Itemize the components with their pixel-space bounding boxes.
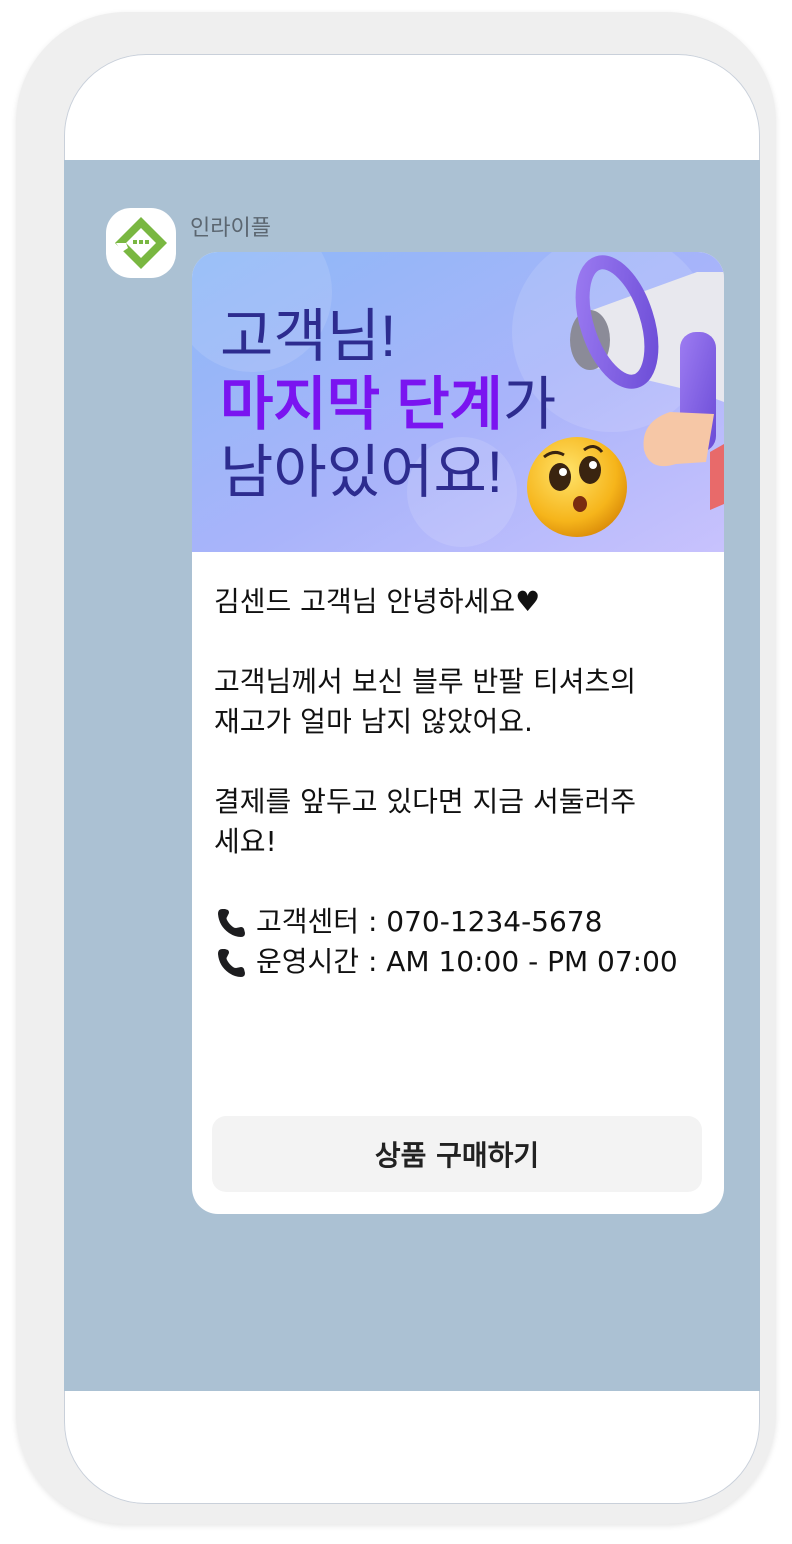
banner-line2: 마지막 단계가 (220, 372, 556, 437)
sender-avatar[interactable] (106, 208, 176, 278)
banner-highlight: 마지막 단계 (220, 372, 503, 437)
banner-line1: 고객님! (220, 304, 396, 369)
telephone-icon (218, 909, 245, 937)
telephone-icon (218, 949, 245, 977)
message-line-2: 재고가 얼마 남지 않았어요. (214, 705, 533, 738)
greeting-text: 김센드 고객님 안녕하세요♥ (214, 585, 541, 618)
banner-graphic: 고객님! 마지막 단계가 남아있어요! (192, 252, 724, 552)
message-bubble: 고객님! 마지막 단계가 남아있어요! 김센드 고객님 안녕하세요♥ 고객님께서… (192, 252, 724, 1214)
contact-line-2: 운영시간 : AM 10:00 - PM 07:00 (214, 942, 706, 982)
message-body: 김센드 고객님 안녕하세요♥ 고객님께서 보신 블루 반팔 티셔츠의 재고가 얼… (214, 582, 706, 982)
contact-line-1: 고객센터 : 070-1234-5678 (214, 902, 706, 942)
chat-area[interactable]: 인라이플 고객님! 마지막 단계가 남아있어요! 김센드 고객님 안녕하세요♥ … (64, 160, 760, 1391)
banner-line3: 남아있어요! (220, 440, 503, 505)
phone-frame: 인라이플 고객님! 마지막 단계가 남아있어요! 김센드 고객님 안녕하세요♥ … (16, 12, 776, 1524)
sender-name: 인라이플 (190, 216, 271, 241)
message-line-4: 세요! (214, 825, 277, 858)
worried-emoji-icon (527, 437, 627, 537)
operating-hours-text: 운영시간 : AM 10:00 - PM 07:00 (256, 945, 678, 978)
contact-center-text: 고객센터 : 070-1234-5678 (256, 905, 603, 938)
message-line-1: 고객님께서 보신 블루 반팔 티셔츠의 (214, 665, 637, 698)
message-line-3: 결제를 앞두고 있다면 지금 서둘러주 (214, 785, 637, 818)
phone-screen: 인라이플 고객님! 마지막 단계가 남아있어요! 김센드 고객님 안녕하세요♥ … (64, 54, 760, 1504)
buy-product-button[interactable]: 상품 구매하기 (212, 1116, 702, 1192)
promo-banner[interactable]: 고객님! 마지막 단계가 남아있어요! (192, 252, 724, 552)
banner-line2-rest: 가 (503, 372, 556, 437)
inraifle-logo-icon (115, 217, 167, 269)
